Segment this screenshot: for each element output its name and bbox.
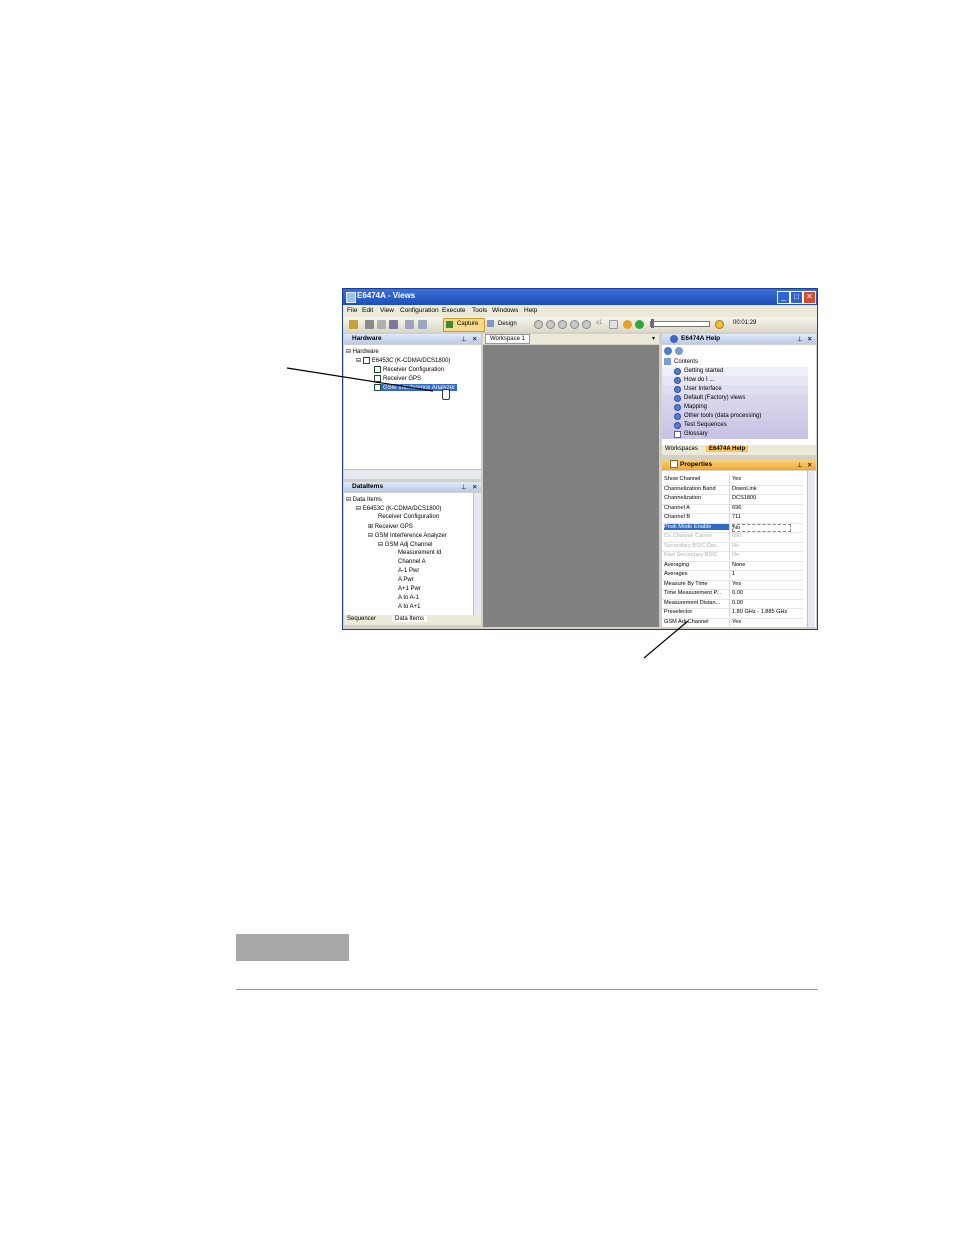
divider [236,989,818,990]
callout-line-hardware [286,367,434,392]
callout-line-properties [643,620,689,659]
note-block [236,934,349,961]
callout-lines [286,367,689,659]
